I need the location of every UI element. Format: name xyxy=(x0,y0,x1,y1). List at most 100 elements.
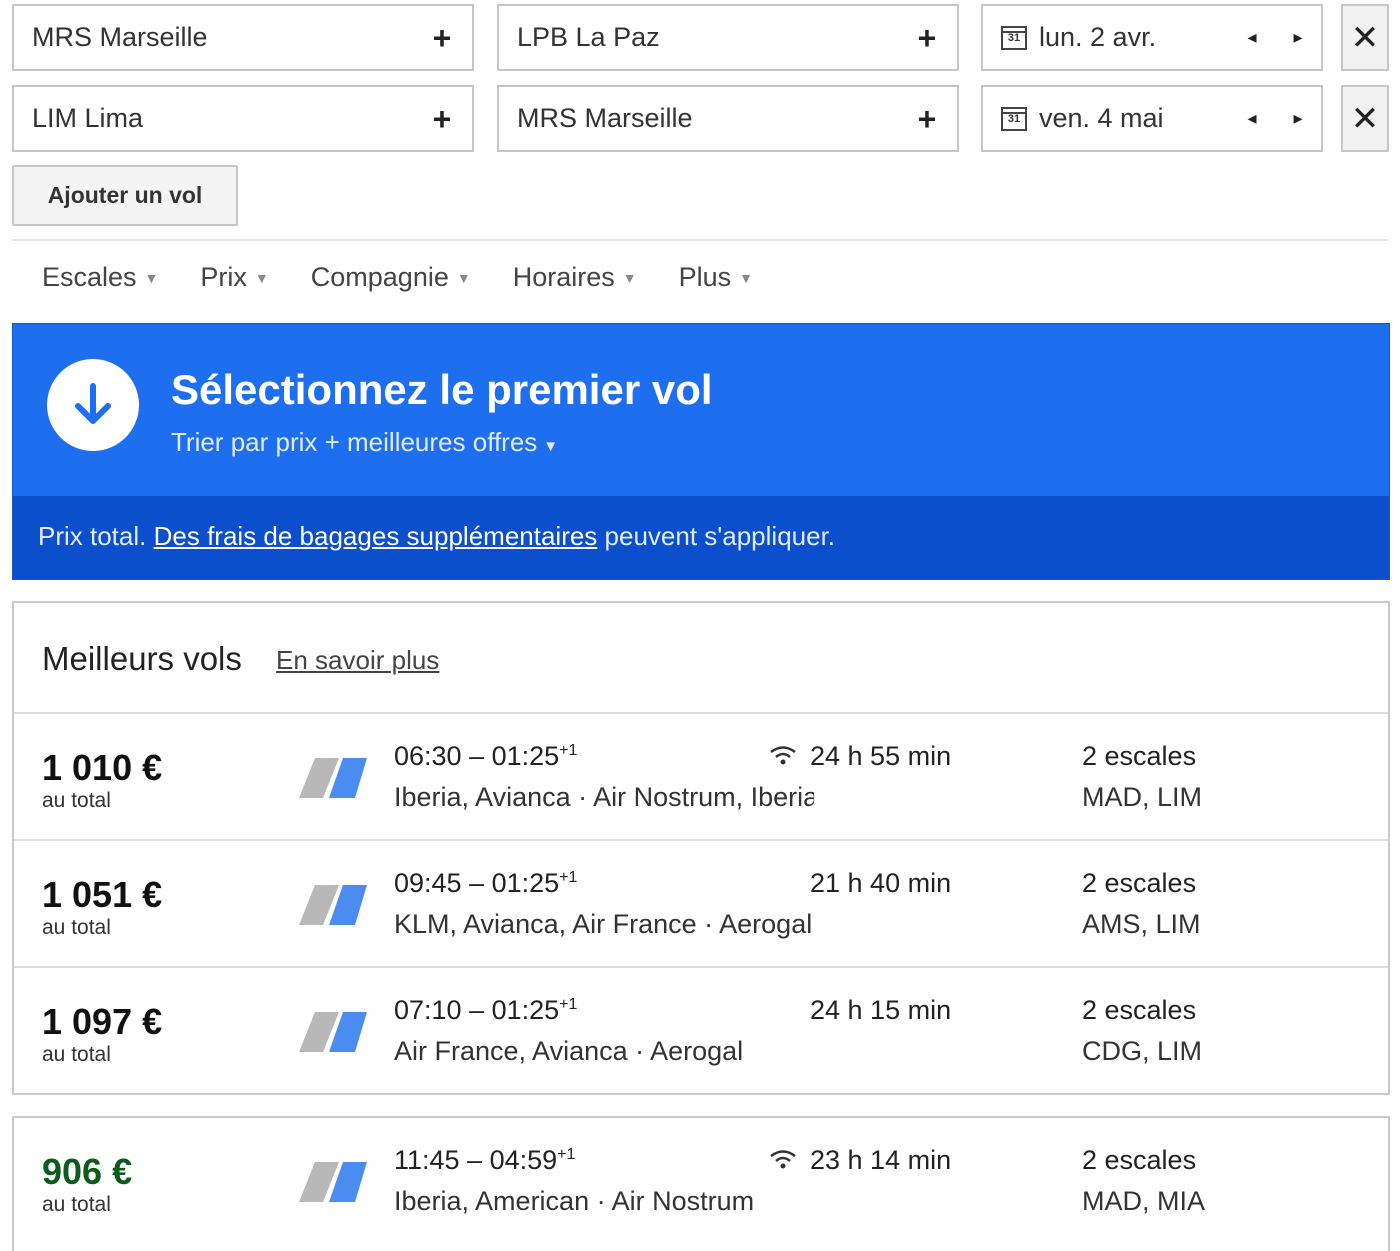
day-offset: +1 xyxy=(559,869,578,886)
airline-logo-icon xyxy=(299,885,367,925)
price-note: au total xyxy=(42,916,111,939)
best-flights-header: Meilleurs vols En savoir plus xyxy=(14,603,1388,714)
flight-row[interactable]: 906 € au total 11:45 – 04:59+1 23 h 14 m… xyxy=(14,1118,1388,1245)
date-field-leg-2[interactable]: 31 ven. 4 mai ◂ ▸ xyxy=(981,85,1323,152)
remove-leg-1-button[interactable]: ✕ xyxy=(1341,4,1389,71)
flight-row[interactable]: 1 010 € au total 06:30 – 01:25+1 24 h 55… xyxy=(14,714,1388,841)
flight-duration: 24 h 15 min xyxy=(810,995,952,1025)
prev-date-icon[interactable]: ◂ xyxy=(1229,27,1275,48)
price-note: au total xyxy=(42,1193,111,1216)
flight-times: 07:10 – 01:25+1 xyxy=(394,995,577,1026)
calendar-icon: 31 xyxy=(1001,106,1027,131)
origin-value: MRS Marseille xyxy=(32,22,208,52)
filter-more[interactable]: Plus ▼ xyxy=(679,262,753,293)
banner-header: Sélectionnez le premier vol Trier par pr… xyxy=(13,324,1389,496)
price-note: Prix total. Des frais de bagages supplém… xyxy=(38,521,835,552)
flight-stops: 2 escales xyxy=(1082,995,1197,1025)
destination-value: MRS Marseille xyxy=(517,103,693,133)
day-offset: +1 xyxy=(557,1146,576,1163)
flight-row[interactable]: 1 097 € au total 07:10 – 01:25+1 24 h 15… xyxy=(14,968,1388,1095)
select-flight-banner: Sélectionnez le premier vol Trier par pr… xyxy=(12,323,1390,580)
caret-down-icon: ▼ xyxy=(456,269,471,286)
flight-duration: 23 h 14 min xyxy=(810,1145,952,1175)
add-flight-button[interactable]: Ajouter un vol xyxy=(12,165,238,226)
destination-value: LPB La Paz xyxy=(517,22,660,52)
flight-times: 09:45 – 01:25+1 xyxy=(394,868,577,899)
filter-label: Plus xyxy=(678,262,732,292)
prev-date-icon[interactable]: ◂ xyxy=(1229,108,1275,129)
price-note: au total xyxy=(42,1043,111,1066)
divider xyxy=(12,239,1388,241)
stop-airports: CDG, LIM xyxy=(1082,1036,1203,1066)
airline-logo-icon xyxy=(299,1162,367,1202)
origin-field-leg-2[interactable]: LIM Lima + xyxy=(12,85,474,152)
close-icon: ✕ xyxy=(1350,99,1380,138)
day-offset: +1 xyxy=(559,996,578,1013)
filter-label: Compagnie xyxy=(310,262,449,292)
flight-times: 11:45 – 04:59+1 xyxy=(394,1145,575,1176)
filter-price[interactable]: Prix ▼ xyxy=(200,262,268,293)
date-value: lun. 2 avr. xyxy=(1039,22,1157,52)
down-arrow-icon xyxy=(47,359,139,451)
next-date-icon[interactable]: ▸ xyxy=(1275,27,1321,48)
plus-icon[interactable]: + xyxy=(897,22,957,54)
destination-field-leg-1[interactable]: LPB La Paz + xyxy=(497,4,959,71)
baggage-fees-link[interactable]: Des frais de bagages supplémentaires xyxy=(154,521,598,551)
section-title: Meilleurs vols xyxy=(42,640,242,677)
banner-title: Sélectionnez le premier vol xyxy=(171,366,713,413)
flight-price: 1 010 € xyxy=(42,747,163,788)
destination-field-leg-2[interactable]: MRS Marseille + xyxy=(497,85,959,152)
best-flights-card: Meilleurs vols En savoir plus 1 010 € au… xyxy=(12,601,1390,1095)
learn-more-link[interactable]: En savoir plus xyxy=(276,645,439,676)
origin-value: LIM Lima xyxy=(32,103,144,133)
flight-stops: 2 escales xyxy=(1082,741,1197,771)
other-flights-card: 906 € au total 11:45 – 04:59+1 23 h 14 m… xyxy=(12,1116,1390,1251)
remove-leg-2-button[interactable]: ✕ xyxy=(1341,85,1389,152)
filter-bar: Escales ▼ Prix ▼ Compagnie ▼ Horaires ▼ Plus… xyxy=(42,262,795,293)
flight-times: 06:30 – 01:25+1 xyxy=(394,741,577,772)
flight-price: 1 051 € xyxy=(42,874,163,915)
flight-duration: 21 h 40 min xyxy=(810,868,952,898)
stop-airports: MAD, MIA xyxy=(1082,1186,1206,1216)
sort-dropdown[interactable]: Trier par prix + meilleures offres ▼ xyxy=(171,427,558,458)
flight-stops: 2 escales xyxy=(1082,868,1197,898)
caret-down-icon: ▼ xyxy=(622,269,637,286)
filter-stops[interactable]: Escales ▼ xyxy=(42,262,158,293)
flight-row[interactable]: 1 051 € au total 09:45 – 01:25+1 21 h 40… xyxy=(14,841,1388,968)
airline-logo-icon xyxy=(299,758,367,798)
flight-airlines: KLM, Avianca, Air France · Aerogal xyxy=(394,909,813,939)
time-range: 09:45 – 01:25 xyxy=(394,868,560,898)
day-offset: +1 xyxy=(559,742,578,759)
date-field-leg-1[interactable]: 31 lun. 2 avr. ◂ ▸ xyxy=(981,4,1323,71)
flight-airlines: Iberia, Avianca · Air Nostrum, Iberia xyxy=(394,782,814,812)
stop-airports: MAD, LIM xyxy=(1082,782,1203,812)
flight-airlines: Air France, Avianca · Aerogal xyxy=(394,1036,744,1066)
calendar-icon: 31 xyxy=(1001,25,1027,50)
caret-down-icon: ▼ xyxy=(254,269,269,286)
caret-down-icon: ▼ xyxy=(739,269,753,286)
stop-airports: AMS, LIM xyxy=(1082,909,1201,939)
flight-price: 1 097 € xyxy=(42,1001,163,1042)
next-date-icon[interactable]: ▸ xyxy=(1275,108,1321,129)
note-suffix: peuvent s'appliquer. xyxy=(604,521,836,551)
filter-label: Horaires xyxy=(512,262,615,292)
airline-logo-icon xyxy=(299,1012,367,1052)
time-range: 06:30 – 01:25 xyxy=(394,741,560,771)
filter-times[interactable]: Horaires ▼ xyxy=(513,262,637,293)
time-range: 07:10 – 01:25 xyxy=(394,995,560,1025)
plus-icon[interactable]: + xyxy=(412,103,472,135)
price-note: au total xyxy=(42,789,111,812)
origin-field-leg-1[interactable]: MRS Marseille + xyxy=(12,4,474,71)
note-prefix: Prix total. xyxy=(38,521,147,551)
plus-icon[interactable]: + xyxy=(897,103,957,135)
flight-airlines: Iberia, American · Air Nostrum xyxy=(394,1186,755,1216)
wifi-icon xyxy=(770,746,796,765)
flight-duration: 24 h 55 min xyxy=(810,741,952,771)
plus-icon[interactable]: + xyxy=(412,22,472,54)
flight-stops: 2 escales xyxy=(1082,1145,1197,1175)
caret-down-icon: ▼ xyxy=(144,269,159,286)
flight-price: 906 € xyxy=(42,1151,133,1192)
filter-label: Prix xyxy=(200,262,247,292)
filter-airline[interactable]: Compagnie ▼ xyxy=(311,262,471,293)
date-value: ven. 4 mai xyxy=(1039,103,1164,133)
